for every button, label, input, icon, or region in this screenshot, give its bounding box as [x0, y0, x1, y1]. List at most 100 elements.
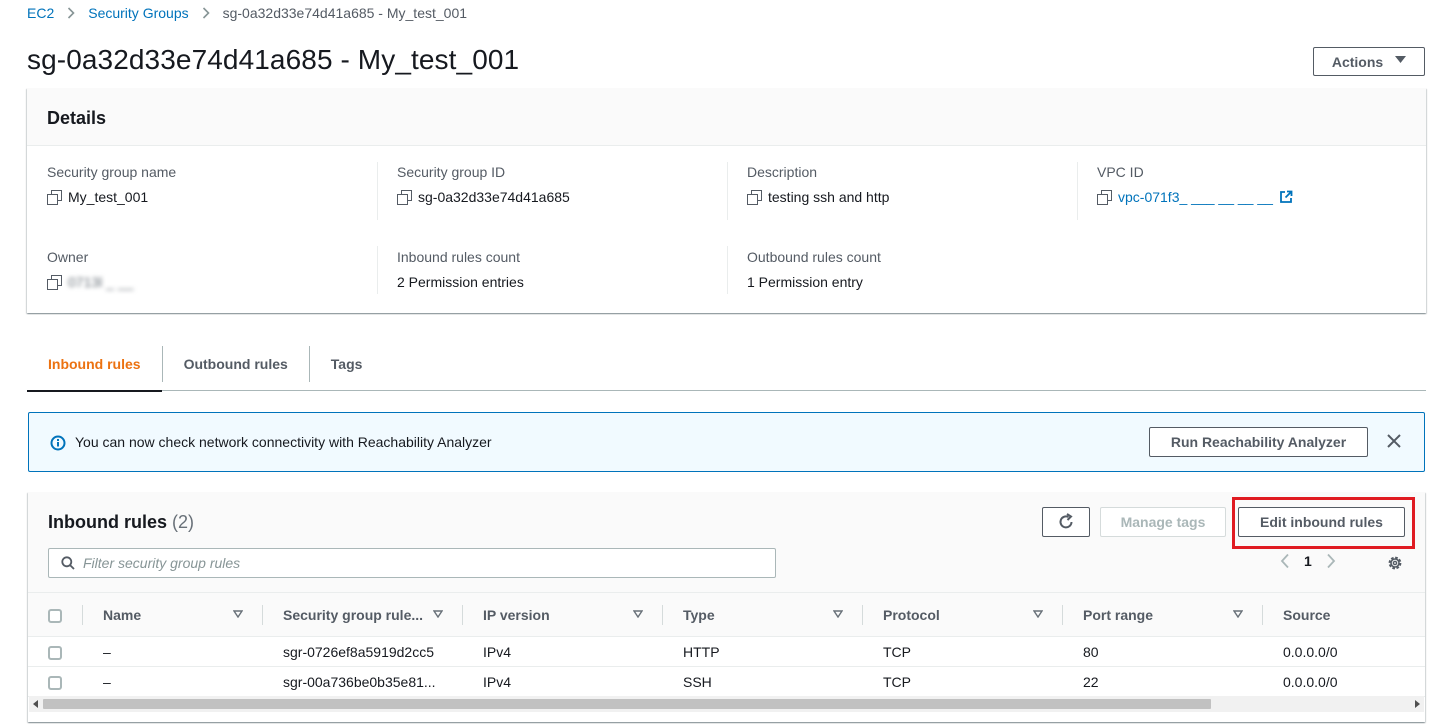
tab-outbound-rules[interactable]: Outbound rules: [161, 346, 309, 382]
breadcrumb-current: sg-0a32d33e74d41a685 - My_test_001: [222, 5, 468, 21]
row-checkbox[interactable]: [48, 645, 62, 660]
copy-icon[interactable]: [47, 275, 62, 290]
table-row[interactable]: – sgr-0726ef8a5919d2cc5 IPv4 HTTP TCP 80…: [28, 636, 1425, 667]
owner-value: 0713l _ __: [68, 274, 134, 290]
cell-rule-id: sgr-00a736be0b35e81...: [263, 666, 463, 697]
field-label: Owner: [47, 249, 89, 265]
refresh-icon: [1057, 513, 1075, 531]
cell-name: –: [83, 636, 263, 667]
tabs: Inbound rules Outbound rules Tags: [27, 344, 1426, 392]
cell-ip-version: IPv4: [463, 666, 663, 697]
sort-caret-icon[interactable]: [233, 610, 243, 618]
column-header[interactable]: Type: [663, 592, 863, 637]
field-description: Description testing ssh and http: [747, 164, 1077, 205]
close-icon[interactable]: [1386, 433, 1402, 452]
select-all-cell: [28, 592, 83, 637]
rules-table: Name Security group rule... IP version T…: [28, 592, 1425, 697]
column-header[interactable]: Name: [83, 592, 263, 637]
field-owner: Owner 0713l _ __: [47, 249, 377, 290]
field-vpc-id: VPC ID vpc-071f3_ ___ __ __ __: [1097, 164, 1427, 205]
divider: [727, 162, 728, 220]
chevron-left-icon[interactable]: [1280, 553, 1290, 569]
actions-label: Actions: [1331, 53, 1384, 70]
sort-caret-icon[interactable]: [1233, 610, 1243, 618]
copy-icon[interactable]: [1097, 190, 1112, 205]
divider: [377, 246, 378, 294]
sort-caret-icon[interactable]: [833, 610, 843, 618]
field-label: Security group ID: [397, 164, 506, 180]
field-sg-name: Security group name My_test_001: [47, 164, 377, 205]
banner-text: You can now check network connectivity w…: [75, 434, 492, 450]
breadcrumb-security-groups[interactable]: Security Groups: [88, 5, 188, 21]
pagination: 1: [1280, 553, 1336, 569]
details-panel: Details Security group name My_test_001 …: [27, 88, 1426, 313]
column-header[interactable]: IP version: [463, 592, 663, 637]
divider: [727, 246, 728, 294]
cell-port-range: 22: [1063, 666, 1263, 697]
breadcrumb: EC2 Security Groups sg-0a32d33e74d41a685…: [27, 4, 467, 22]
vpc-id-link[interactable]: vpc-071f3_ ___ __ __ __: [1118, 189, 1273, 205]
column-header[interactable]: Security group rule...: [263, 592, 463, 637]
chevron-right-icon: [67, 7, 75, 19]
field-label: Inbound rules count: [397, 249, 520, 265]
tab-tags[interactable]: Tags: [308, 346, 384, 382]
sg-id-value: sg-0a32d33e74d41a685: [418, 189, 570, 205]
cell-rule-id: sgr-0726ef8a5919d2cc5: [263, 636, 463, 667]
cell-protocol: TCP: [863, 636, 1063, 667]
row-checkbox[interactable]: [48, 675, 62, 690]
table-row[interactable]: – sgr-00a736be0b35e81... IPv4 SSH TCP 22…: [28, 666, 1425, 697]
edit-inbound-rules-button[interactable]: Edit inbound rules: [1238, 507, 1405, 537]
field-label: Outbound rules count: [747, 249, 881, 265]
rules-count: (2): [172, 512, 195, 532]
external-link-icon[interactable]: [1279, 190, 1293, 204]
rules-title-text: Inbound rules: [48, 512, 167, 532]
refresh-button[interactable]: [1042, 507, 1090, 537]
details-heading: Details: [27, 88, 1426, 146]
chevron-right-icon[interactable]: [1326, 553, 1336, 569]
copy-icon[interactable]: [397, 190, 412, 205]
divider: [1077, 162, 1078, 220]
page-number[interactable]: 1: [1304, 553, 1312, 569]
cell-protocol: TCP: [863, 666, 1063, 697]
table-header-row: Name Security group rule... IP version T…: [28, 592, 1425, 637]
sg-name-value: My_test_001: [68, 189, 149, 205]
search-icon: [61, 556, 75, 570]
sort-caret-icon[interactable]: [633, 610, 643, 618]
cell-type: SSH: [663, 666, 863, 697]
rules-title: Inbound rules (2): [48, 512, 194, 533]
inbound-rules-panel: Inbound rules (2) Manage tags Edit inbou…: [28, 492, 1425, 722]
filter-input[interactable]: [83, 555, 763, 571]
filter-field[interactable]: [48, 548, 776, 578]
field-label: Description: [747, 164, 818, 180]
caret-down-icon: [1395, 56, 1407, 67]
column-header[interactable]: Source: [1263, 592, 1425, 637]
cell-port-range: 80: [1063, 636, 1263, 667]
field-outbound-count: Outbound rules count 1 Permission entry: [747, 249, 1077, 290]
field-sg-id: Security group ID sg-0a32d33e74d41a685: [397, 164, 727, 205]
actions-button[interactable]: Actions: [1313, 47, 1425, 76]
scrollbar-thumb[interactable]: [43, 699, 1211, 709]
tab-inbound-rules[interactable]: Inbound rules: [27, 346, 162, 392]
horizontal-scrollbar[interactable]: [29, 696, 1424, 712]
cell-name: –: [83, 666, 263, 697]
column-header[interactable]: Protocol: [863, 592, 1063, 637]
breadcrumb-ec2[interactable]: EC2: [27, 5, 54, 21]
run-reachability-analyzer-button[interactable]: Run Reachability Analyzer: [1149, 427, 1368, 457]
row-checkbox-cell: [28, 636, 83, 667]
copy-icon[interactable]: [747, 190, 762, 205]
sort-caret-icon[interactable]: [1033, 610, 1043, 618]
chevron-right-icon: [202, 7, 210, 19]
field-label: VPC ID: [1097, 164, 1144, 180]
scroll-right-icon[interactable]: [1415, 700, 1420, 708]
cell-source: 0.0.0.0/0: [1263, 666, 1425, 697]
sort-caret-icon[interactable]: [433, 610, 443, 618]
inbound-count-value: 2 Permission entries: [397, 274, 524, 290]
select-all-checkbox[interactable]: [48, 608, 62, 623]
column-header[interactable]: Port range: [1063, 592, 1263, 637]
scroll-left-icon[interactable]: [33, 700, 38, 708]
settings-icon[interactable]: [1386, 554, 1404, 572]
manage-tags-button[interactable]: Manage tags: [1100, 507, 1226, 537]
outbound-count-value: 1 Permission entry: [747, 274, 863, 290]
copy-icon[interactable]: [47, 190, 62, 205]
cell-source: 0.0.0.0/0: [1263, 636, 1425, 667]
